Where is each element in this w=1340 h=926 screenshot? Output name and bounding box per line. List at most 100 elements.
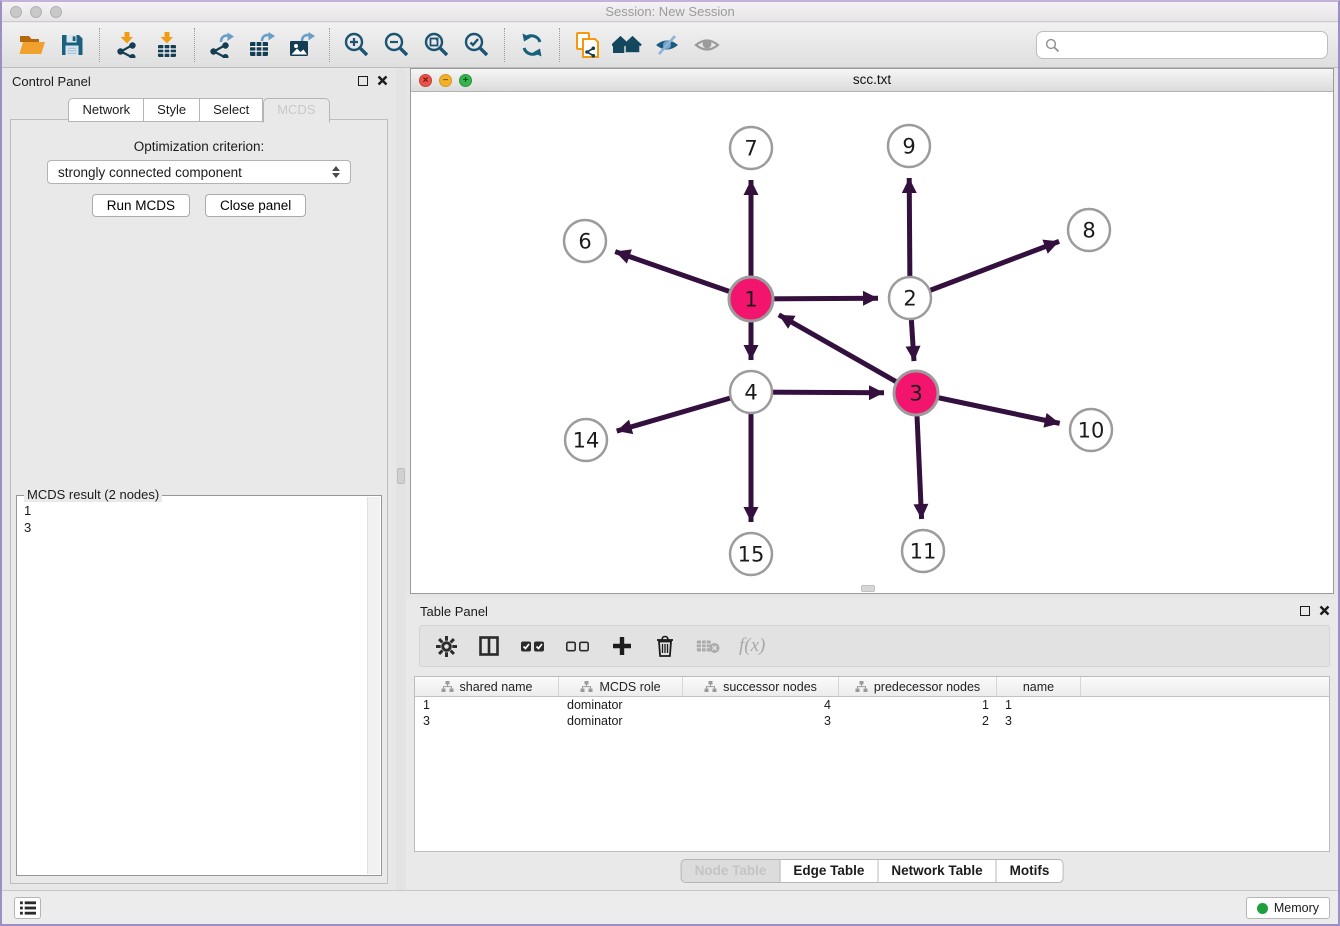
tab-network-table[interactable]: Network Table bbox=[878, 859, 996, 883]
edge-3-1[interactable] bbox=[779, 315, 916, 393]
save-session-icon[interactable] bbox=[52, 26, 92, 64]
task-history-button[interactable] bbox=[14, 897, 41, 919]
show-all-icon[interactable] bbox=[687, 26, 727, 64]
node-8[interactable]: 8 bbox=[1068, 209, 1110, 251]
import-network-icon[interactable] bbox=[107, 26, 147, 64]
select-all-icon[interactable] bbox=[520, 634, 546, 658]
mcds-tab-content: Optimization criterion: strongly connect… bbox=[10, 119, 388, 884]
delete-table-icon[interactable] bbox=[696, 634, 720, 658]
table-body: 1dominator4113dominator323 bbox=[415, 697, 1329, 729]
column-label: MCDS role bbox=[599, 680, 660, 694]
canvas-resize-grip[interactable] bbox=[861, 585, 875, 592]
cell-successor-nodes[interactable]: 4 bbox=[683, 697, 839, 713]
close-panel-icon[interactable] bbox=[377, 75, 388, 86]
svg-text:11: 11 bbox=[910, 539, 937, 563]
mcds-result-box: MCDS result (2 nodes) 13 bbox=[16, 495, 382, 876]
cell-predecessor-nodes[interactable]: 1 bbox=[839, 697, 997, 713]
memory-label: Memory bbox=[1274, 901, 1319, 915]
export-network-icon[interactable] bbox=[202, 26, 242, 64]
node-15[interactable]: 15 bbox=[730, 533, 772, 575]
memory-button[interactable]: Memory bbox=[1246, 897, 1330, 919]
node-10[interactable]: 10 bbox=[1070, 409, 1112, 451]
toolbar-separator bbox=[99, 28, 100, 62]
svg-text:7: 7 bbox=[744, 136, 757, 160]
import-table-icon[interactable] bbox=[147, 26, 187, 64]
columns-icon[interactable] bbox=[477, 634, 501, 658]
gear-icon[interactable] bbox=[434, 634, 458, 658]
criterion-dropdown[interactable]: strongly connected component bbox=[47, 160, 351, 184]
node-2[interactable]: 2 bbox=[889, 277, 931, 319]
svg-text:1: 1 bbox=[744, 287, 757, 311]
cell-shared-name[interactable]: 3 bbox=[415, 713, 559, 729]
column-header-shared-name[interactable]: shared name bbox=[415, 677, 559, 696]
zoom-in-icon[interactable] bbox=[337, 26, 377, 64]
cell-shared-name[interactable]: 1 bbox=[415, 697, 559, 713]
node-6[interactable]: 6 bbox=[564, 220, 606, 262]
edge-2-8[interactable] bbox=[910, 241, 1059, 298]
cell-successor-nodes[interactable]: 3 bbox=[683, 713, 839, 729]
cell-name[interactable]: 1 bbox=[997, 697, 1081, 713]
delete-icon[interactable] bbox=[653, 634, 677, 658]
tab-node-table[interactable]: Node Table bbox=[681, 859, 781, 883]
node-9[interactable]: 9 bbox=[888, 125, 930, 167]
control-panel: Control Panel NetworkStyleSelectMCDS Opt… bbox=[2, 68, 396, 890]
close-panel-button[interactable]: Close panel bbox=[205, 194, 306, 217]
first-neighbors-icon[interactable] bbox=[607, 26, 647, 64]
node-7[interactable]: 7 bbox=[730, 127, 772, 169]
cell-name[interactable]: 3 bbox=[997, 713, 1081, 729]
add-icon[interactable] bbox=[610, 634, 634, 658]
column-label: shared name bbox=[460, 680, 533, 694]
tab-style[interactable]: Style bbox=[144, 98, 200, 122]
toolbar-separator bbox=[559, 28, 560, 62]
network-window-titlebar[interactable]: × − + scc.txt bbox=[411, 69, 1333, 92]
search-field[interactable] bbox=[1036, 31, 1328, 59]
app-window: Session: New Session bbox=[0, 0, 1340, 926]
tab-motifs[interactable]: Motifs bbox=[997, 859, 1064, 883]
zoom-selected-icon[interactable] bbox=[457, 26, 497, 64]
tab-network[interactable]: Network bbox=[68, 98, 144, 122]
node-11[interactable]: 11 bbox=[902, 530, 944, 572]
cell-predecessor-nodes[interactable]: 2 bbox=[839, 713, 997, 729]
close-table-panel-icon[interactable] bbox=[1319, 605, 1330, 616]
os-title-bar: Session: New Session bbox=[2, 2, 1338, 22]
network-graph: 1 2 3 4 6 7 8 9 10 11 14 15 bbox=[411, 92, 1333, 593]
run-mcds-button[interactable]: Run MCDS bbox=[92, 194, 190, 217]
vertical-splitter[interactable] bbox=[396, 68, 406, 890]
zoom-fit-icon[interactable] bbox=[417, 26, 457, 64]
cell-mcds-role[interactable]: dominator bbox=[559, 713, 683, 729]
deselect-all-icon[interactable] bbox=[565, 634, 591, 658]
copy-network-view-icon[interactable] bbox=[567, 26, 607, 64]
hide-selected-icon[interactable] bbox=[647, 26, 687, 64]
export-image-icon[interactable] bbox=[282, 26, 322, 64]
node-3[interactable]: 3 bbox=[894, 371, 938, 415]
open-session-icon[interactable] bbox=[12, 26, 52, 64]
sort-column-icon bbox=[441, 681, 454, 693]
cell-mcds-role[interactable]: dominator bbox=[559, 697, 683, 713]
task-list-icon bbox=[19, 900, 37, 916]
column-header-predecessor-nodes[interactable]: predecessor nodes bbox=[839, 677, 997, 696]
result-line: 1 bbox=[24, 502, 359, 519]
toolbar-separator bbox=[329, 28, 330, 62]
tab-mcds[interactable]: MCDS bbox=[263, 98, 329, 123]
tab-select[interactable]: Select bbox=[200, 98, 263, 122]
column-header-mcds-role[interactable]: MCDS role bbox=[559, 677, 683, 696]
table-row[interactable]: 1dominator411 bbox=[415, 697, 1329, 713]
float-panel-icon[interactable] bbox=[358, 76, 368, 86]
network-canvas[interactable]: 1 2 3 4 6 7 8 9 10 11 14 15 bbox=[411, 92, 1333, 593]
search-input[interactable] bbox=[1060, 37, 1319, 54]
svg-text:15: 15 bbox=[738, 542, 765, 566]
table-row[interactable]: 3dominator323 bbox=[415, 713, 1329, 729]
splitter-grip[interactable] bbox=[397, 468, 405, 484]
node-1[interactable]: 1 bbox=[729, 277, 773, 321]
column-header-successor-nodes[interactable]: successor nodes bbox=[683, 677, 839, 696]
refresh-view-icon[interactable] bbox=[512, 26, 552, 64]
node-4[interactable]: 4 bbox=[730, 371, 772, 413]
zoom-out-icon[interactable] bbox=[377, 26, 417, 64]
float-table-panel-icon[interactable] bbox=[1300, 606, 1310, 616]
node-14[interactable]: 14 bbox=[565, 419, 607, 461]
export-table-icon[interactable] bbox=[242, 26, 282, 64]
result-scrollbar[interactable] bbox=[367, 497, 380, 874]
tab-edge-table[interactable]: Edge Table bbox=[780, 859, 878, 883]
column-header-name[interactable]: name bbox=[997, 677, 1081, 696]
function-icon[interactable]: f(x) bbox=[739, 635, 765, 657]
